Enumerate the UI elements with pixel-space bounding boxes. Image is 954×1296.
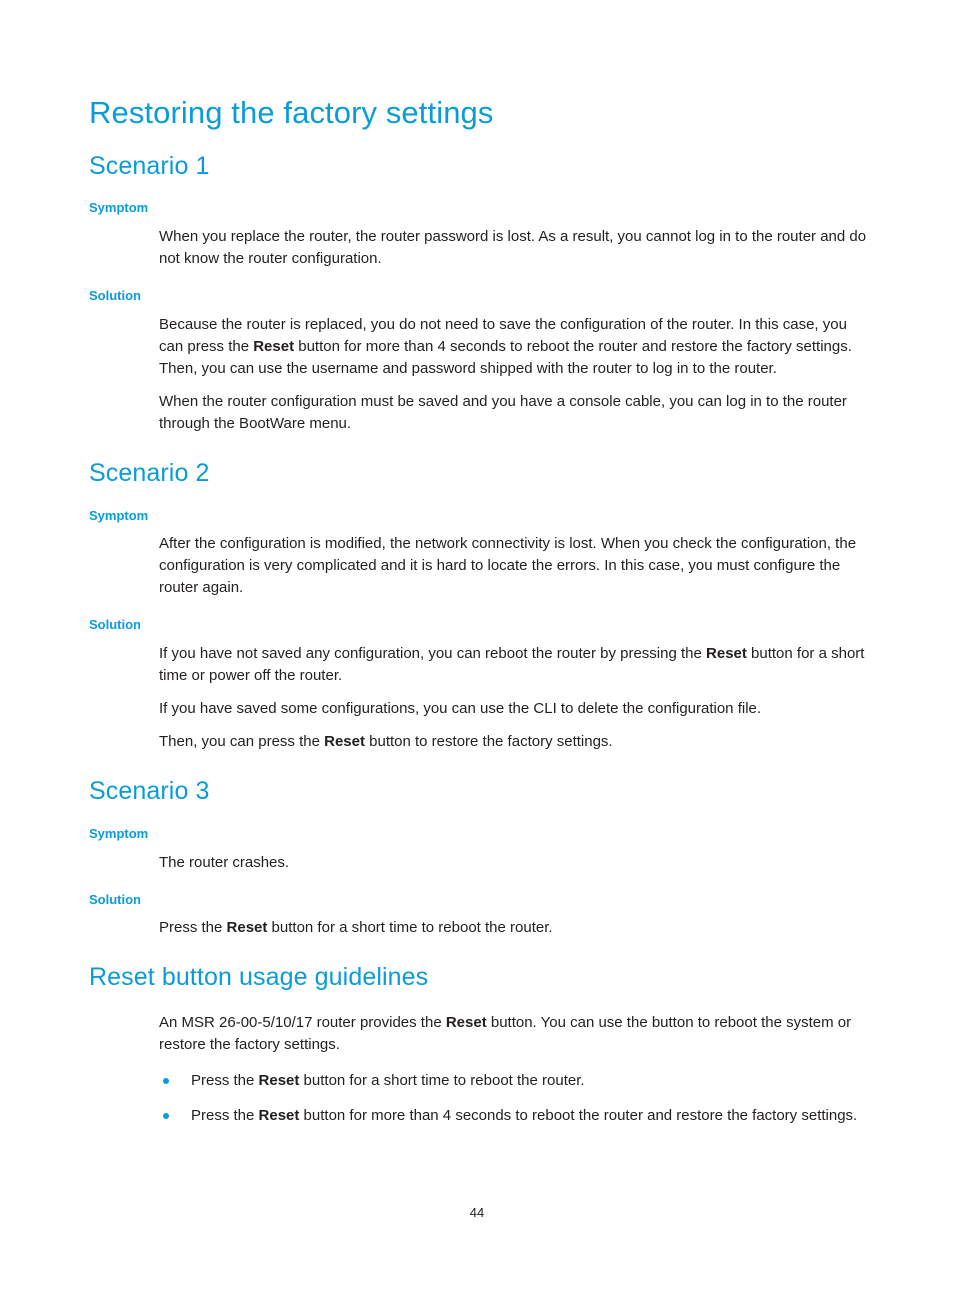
bullet-icon	[163, 1078, 169, 1085]
text-fragment: Then, you can press the	[159, 733, 325, 751]
paragraph: When you replace the router, the router …	[159, 227, 867, 268]
heading-scenario-2: Scenario 2	[89, 458, 210, 487]
heading-reset-guidelines: Reset button usage guidelines	[89, 963, 429, 992]
scenario-1-solution-body: Because the router is replaced, you do n…	[159, 314, 867, 435]
text-fragment: An MSR 26-00-5/10/17 router provides the	[159, 1013, 446, 1031]
label-symptom: Symptom	[89, 825, 149, 841]
heading-scenario-1: Scenario 1	[89, 151, 210, 180]
section-scenario-3: Scenario 3 Symptom The router crashes. S…	[89, 777, 867, 939]
scenario-2-solution-body: If you have not saved any configuration,…	[159, 643, 867, 753]
reset-keyword: Reset	[226, 919, 268, 937]
page-number: 44	[469, 1205, 485, 1220]
text-fragment: button to restore the factory settings.	[364, 733, 613, 751]
paragraph: If you have saved some configurations, y…	[159, 700, 762, 718]
scenario-1-solution: Solution Because the router is replaced,…	[89, 288, 867, 435]
text-fragment: button for a short time to reboot the ro…	[299, 1072, 585, 1090]
text-fragment: button for more than 4 seconds to reboot…	[299, 1107, 858, 1125]
text-fragment: button for a short time to reboot the ro…	[267, 919, 553, 937]
section-reset-guidelines: Reset button usage guidelines An MSR 26-…	[89, 963, 867, 1127]
reset-keyword: Reset	[253, 337, 295, 355]
reset-keyword: Reset	[258, 1072, 300, 1090]
paragraph: An MSR 26-00-5/10/17 router provides the…	[159, 1012, 867, 1056]
label-solution: Solution	[89, 891, 141, 907]
paragraph: After the configuration is modified, the…	[159, 535, 857, 597]
page-title: Restoring the factory settings	[89, 95, 494, 130]
text-fragment: Press the	[159, 919, 227, 937]
heading-scenario-3: Scenario 3	[89, 777, 210, 806]
section-scenario-1: Scenario 1 Symptom When you replace the …	[89, 152, 867, 435]
label-symptom: Symptom	[89, 507, 149, 523]
bullet-icon	[163, 1113, 169, 1120]
scenario-3-symptom-body: The router crashes.	[159, 852, 867, 874]
reset-keyword: Reset	[706, 644, 747, 662]
list-item: Press the Reset button for more than 4 s…	[159, 1105, 867, 1127]
scenario-2-symptom-body: After the configuration is modified, the…	[159, 533, 867, 599]
text-fragment: Press the	[191, 1072, 259, 1090]
paragraph: Because the router is replaced, you do n…	[159, 314, 867, 380]
list-item: Press the Reset button for a short time …	[159, 1070, 867, 1092]
page-content: Restoring the factory settings Scenario …	[89, 95, 867, 1127]
section-scenario-2: Scenario 2 Symptom After the configurati…	[89, 459, 867, 753]
document-page: Restoring the factory settings Scenario …	[0, 0, 954, 1296]
reset-guidelines-body: An MSR 26-00-5/10/17 router provides the…	[159, 1012, 867, 1127]
scenario-2-solution: Solution If you have not saved any confi…	[89, 617, 867, 753]
label-solution: Solution	[89, 288, 141, 304]
paragraph: When the router configuration must be sa…	[159, 392, 847, 432]
text-fragment: Press the	[191, 1107, 259, 1125]
paragraph: If you have not saved any configuration,…	[159, 643, 867, 687]
scenario-3-symptom: Symptom The router crashes.	[89, 826, 867, 874]
paragraph: Press the Reset button for a short time …	[159, 917, 867, 939]
label-solution: Solution	[89, 617, 141, 633]
label-symptom: Symptom	[89, 200, 149, 216]
text-fragment: If you have not saved any configuration,…	[159, 644, 707, 662]
scenario-1-symptom: Symptom When you replace the router, the…	[89, 200, 867, 270]
paragraph: Then, you can press the Reset button to …	[159, 731, 867, 753]
scenario-3-solution: Solution Press the Reset button for a sh…	[89, 892, 867, 940]
reset-keyword: Reset	[324, 733, 365, 751]
reset-keyword: Reset	[258, 1107, 300, 1125]
scenario-3-solution-body: Press the Reset button for a short time …	[159, 917, 867, 939]
reset-keyword: Reset	[445, 1013, 487, 1031]
scenario-1-symptom-body: When you replace the router, the router …	[159, 226, 867, 270]
paragraph: The router crashes.	[159, 853, 290, 871]
reset-guidelines-list: Press the Reset button for a short time …	[159, 1070, 867, 1127]
scenario-2-symptom: Symptom After the configuration is modif…	[89, 508, 867, 600]
